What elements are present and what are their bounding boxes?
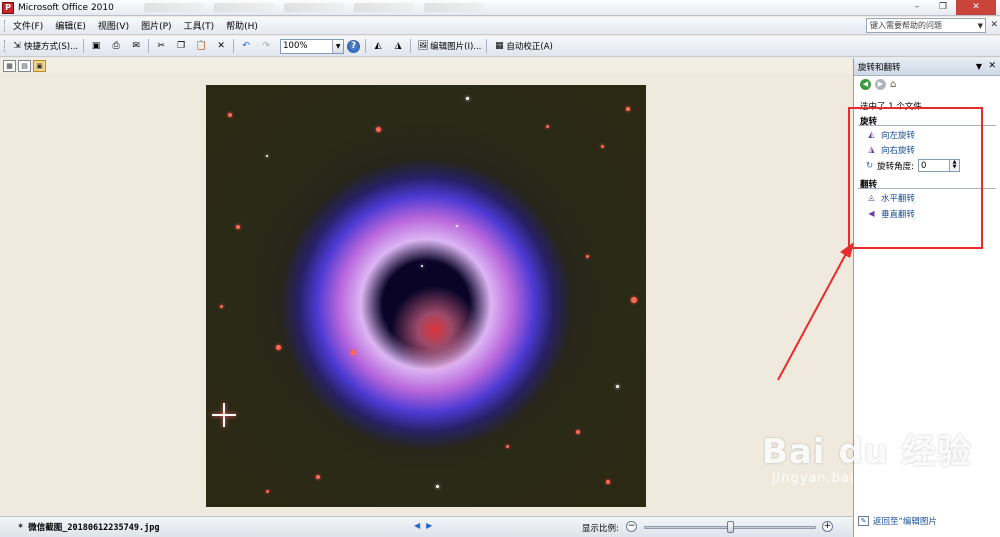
delete-x-icon: ✕: [217, 41, 225, 51]
menu-view[interactable]: 视图(V): [92, 19, 135, 32]
email-button[interactable]: ✉: [126, 38, 146, 55]
next-picture-icon[interactable]: ▶: [426, 521, 432, 530]
status-file-name: * 微信截图_20180612235749.jpg: [18, 523, 160, 533]
help-question-input[interactable]: 键入需要帮助的问题 ▼: [866, 18, 986, 33]
zoom-in-icon[interactable]: +: [822, 521, 833, 532]
menu-bar: 文件(F) 编辑(E) 视图(V) 图片(P) 工具(T) 帮助(H) 键入需要…: [0, 17, 1000, 35]
edit-picture-icon: 🖼: [417, 41, 429, 51]
save-icon: ▣: [91, 41, 101, 51]
auto-correct-icon: ▦: [495, 41, 504, 51]
title-bar: P Microsoft Office 2010 – ❐ ✕: [0, 0, 1000, 16]
menu-edit[interactable]: 编辑(E): [49, 19, 92, 32]
blurred-tab: [283, 3, 344, 12]
redo-icon: ↷: [262, 41, 270, 51]
edit-picture-button[interactable]: 🖼 编辑图片(I)...: [413, 38, 484, 55]
nebula-photo: [206, 85, 646, 507]
blurred-tab: [423, 3, 484, 12]
zoom-select[interactable]: 100% ▼: [280, 38, 345, 54]
print-button[interactable]: ⎙: [106, 38, 126, 55]
paste-button[interactable]: 📋: [191, 38, 211, 55]
save-button[interactable]: ▣: [86, 38, 106, 55]
cut-button[interactable]: ✂: [151, 38, 171, 55]
rotate-right-toolbar-button[interactable]: ◮: [388, 38, 408, 55]
close-button[interactable]: ✕: [956, 0, 996, 15]
window-title: Microsoft Office 2010: [18, 2, 114, 13]
question-icon: ?: [347, 39, 361, 53]
edit-picture-label: 编辑图片(I)...: [430, 42, 482, 52]
view-mode-bar: ▦ ▤ ▣: [0, 58, 852, 74]
close-icon[interactable]: ✕: [990, 20, 998, 30]
toolbar-separator: [486, 39, 488, 53]
zoom-label: 显示比例:: [582, 524, 619, 534]
shortcuts-button[interactable]: ⇲ 快捷方式(S)...: [7, 38, 81, 55]
undo-icon: ↶: [242, 41, 250, 51]
copy-icon: ❐: [177, 41, 186, 51]
scissors-icon: ✂: [157, 41, 165, 51]
return-to-edit-label: 返回至“编辑图片: [873, 517, 937, 527]
toolbar-separator: [365, 39, 367, 53]
task-pane-header: 旋转和翻转 ▼ ✕: [854, 58, 1000, 76]
forward-arrow-icon[interactable]: ▶: [875, 78, 886, 90]
picture-canvas: [0, 75, 852, 516]
watermark-logo: Bai du 经验: [762, 432, 972, 472]
taskbar-blurred-tabs: [143, 3, 484, 12]
blurred-tab: [213, 3, 274, 12]
toolbar-separator: [410, 39, 412, 53]
blurred-tab: [353, 3, 414, 12]
toolbar-separator: [83, 39, 85, 53]
rotate-left-toolbar-button[interactable]: ◭: [368, 38, 388, 55]
toolbar-separator: [233, 39, 235, 53]
edit-picture-icon: ✎: [858, 516, 869, 526]
single-picture-view-icon[interactable]: ▣: [33, 60, 46, 72]
thumbnail-view-icon[interactable]: ▦: [3, 60, 16, 72]
annotation-arrow: [777, 242, 854, 381]
chevron-down-icon[interactable]: ▼: [332, 39, 344, 53]
shortcuts-label: 快捷方式(S)...: [24, 42, 79, 52]
watermark-url: jingyan.baidu.com: [772, 471, 909, 486]
blurred-tab: [143, 3, 204, 12]
chevron-down-icon[interactable]: ▼: [976, 62, 982, 71]
status-bar: * 微信截图_20180612235749.jpg ◀ ▶ 显示比例: − +: [0, 516, 852, 537]
annotation-highlight-box: [848, 107, 983, 249]
help-question-placeholder: 键入需要帮助的问题: [870, 21, 942, 30]
previous-picture-icon[interactable]: ◀: [414, 521, 420, 530]
menu-picture[interactable]: 图片(P): [135, 19, 177, 32]
window-controls: – ❐ ✕: [904, 0, 996, 15]
redo-button[interactable]: ↷: [256, 38, 276, 55]
office-app-icon: P: [2, 1, 14, 14]
baidu-jingyan-watermark: Bai du 经验 jingyan.baidu.com: [762, 433, 972, 486]
back-arrow-icon[interactable]: ◀: [860, 78, 871, 90]
task-pane-title: 旋转和翻转: [858, 62, 901, 73]
copy-button[interactable]: ❐: [171, 38, 191, 55]
shortcut-icon: ⇲: [13, 41, 21, 51]
auto-correct-label: 自动校正(A): [506, 42, 553, 52]
menu-help[interactable]: 帮助(H): [220, 19, 264, 32]
menu-tools[interactable]: 工具(T): [178, 19, 221, 32]
home-icon[interactable]: ⌂: [890, 79, 896, 90]
minimize-button[interactable]: –: [904, 0, 930, 15]
zoom-out-icon[interactable]: −: [626, 521, 637, 532]
print-icon: ⎙: [112, 41, 120, 51]
auto-correct-button[interactable]: ▦ 自动校正(A): [489, 38, 555, 55]
bright-star-flare: [212, 403, 236, 427]
close-icon[interactable]: ✕: [988, 61, 996, 71]
paste-icon: 📋: [195, 41, 207, 51]
zoom-slider-thumb[interactable]: [727, 521, 734, 533]
task-pane-nav: ◀ ▶ ⌂: [854, 76, 1000, 92]
rotate-left-icon: ◭: [374, 41, 382, 51]
rotate-right-icon: ◮: [394, 41, 402, 51]
restore-button[interactable]: ❐: [930, 0, 956, 15]
filmstrip-view-icon[interactable]: ▤: [18, 60, 31, 72]
undo-button[interactable]: ↶: [236, 38, 256, 55]
picture-nav-arrows: ◀ ▶: [414, 521, 432, 530]
toolbar-separator: [148, 39, 150, 53]
return-to-edit-link[interactable]: ✎ 返回至“编辑图片: [858, 515, 937, 527]
zoom-value: 100%: [283, 41, 308, 51]
help-button[interactable]: ?: [344, 38, 363, 55]
standard-toolbar: ⇲ 快捷方式(S)... ▣ ⎙ ✉ ✂ ❐ 📋 ✕ ↶ ↷ 100% ▼ ? …: [0, 36, 1000, 57]
delete-button[interactable]: ✕: [211, 38, 231, 55]
menu-file[interactable]: 文件(F): [7, 19, 49, 32]
mail-icon: ✉: [132, 41, 140, 51]
chevron-down-icon[interactable]: ▼: [978, 20, 983, 33]
